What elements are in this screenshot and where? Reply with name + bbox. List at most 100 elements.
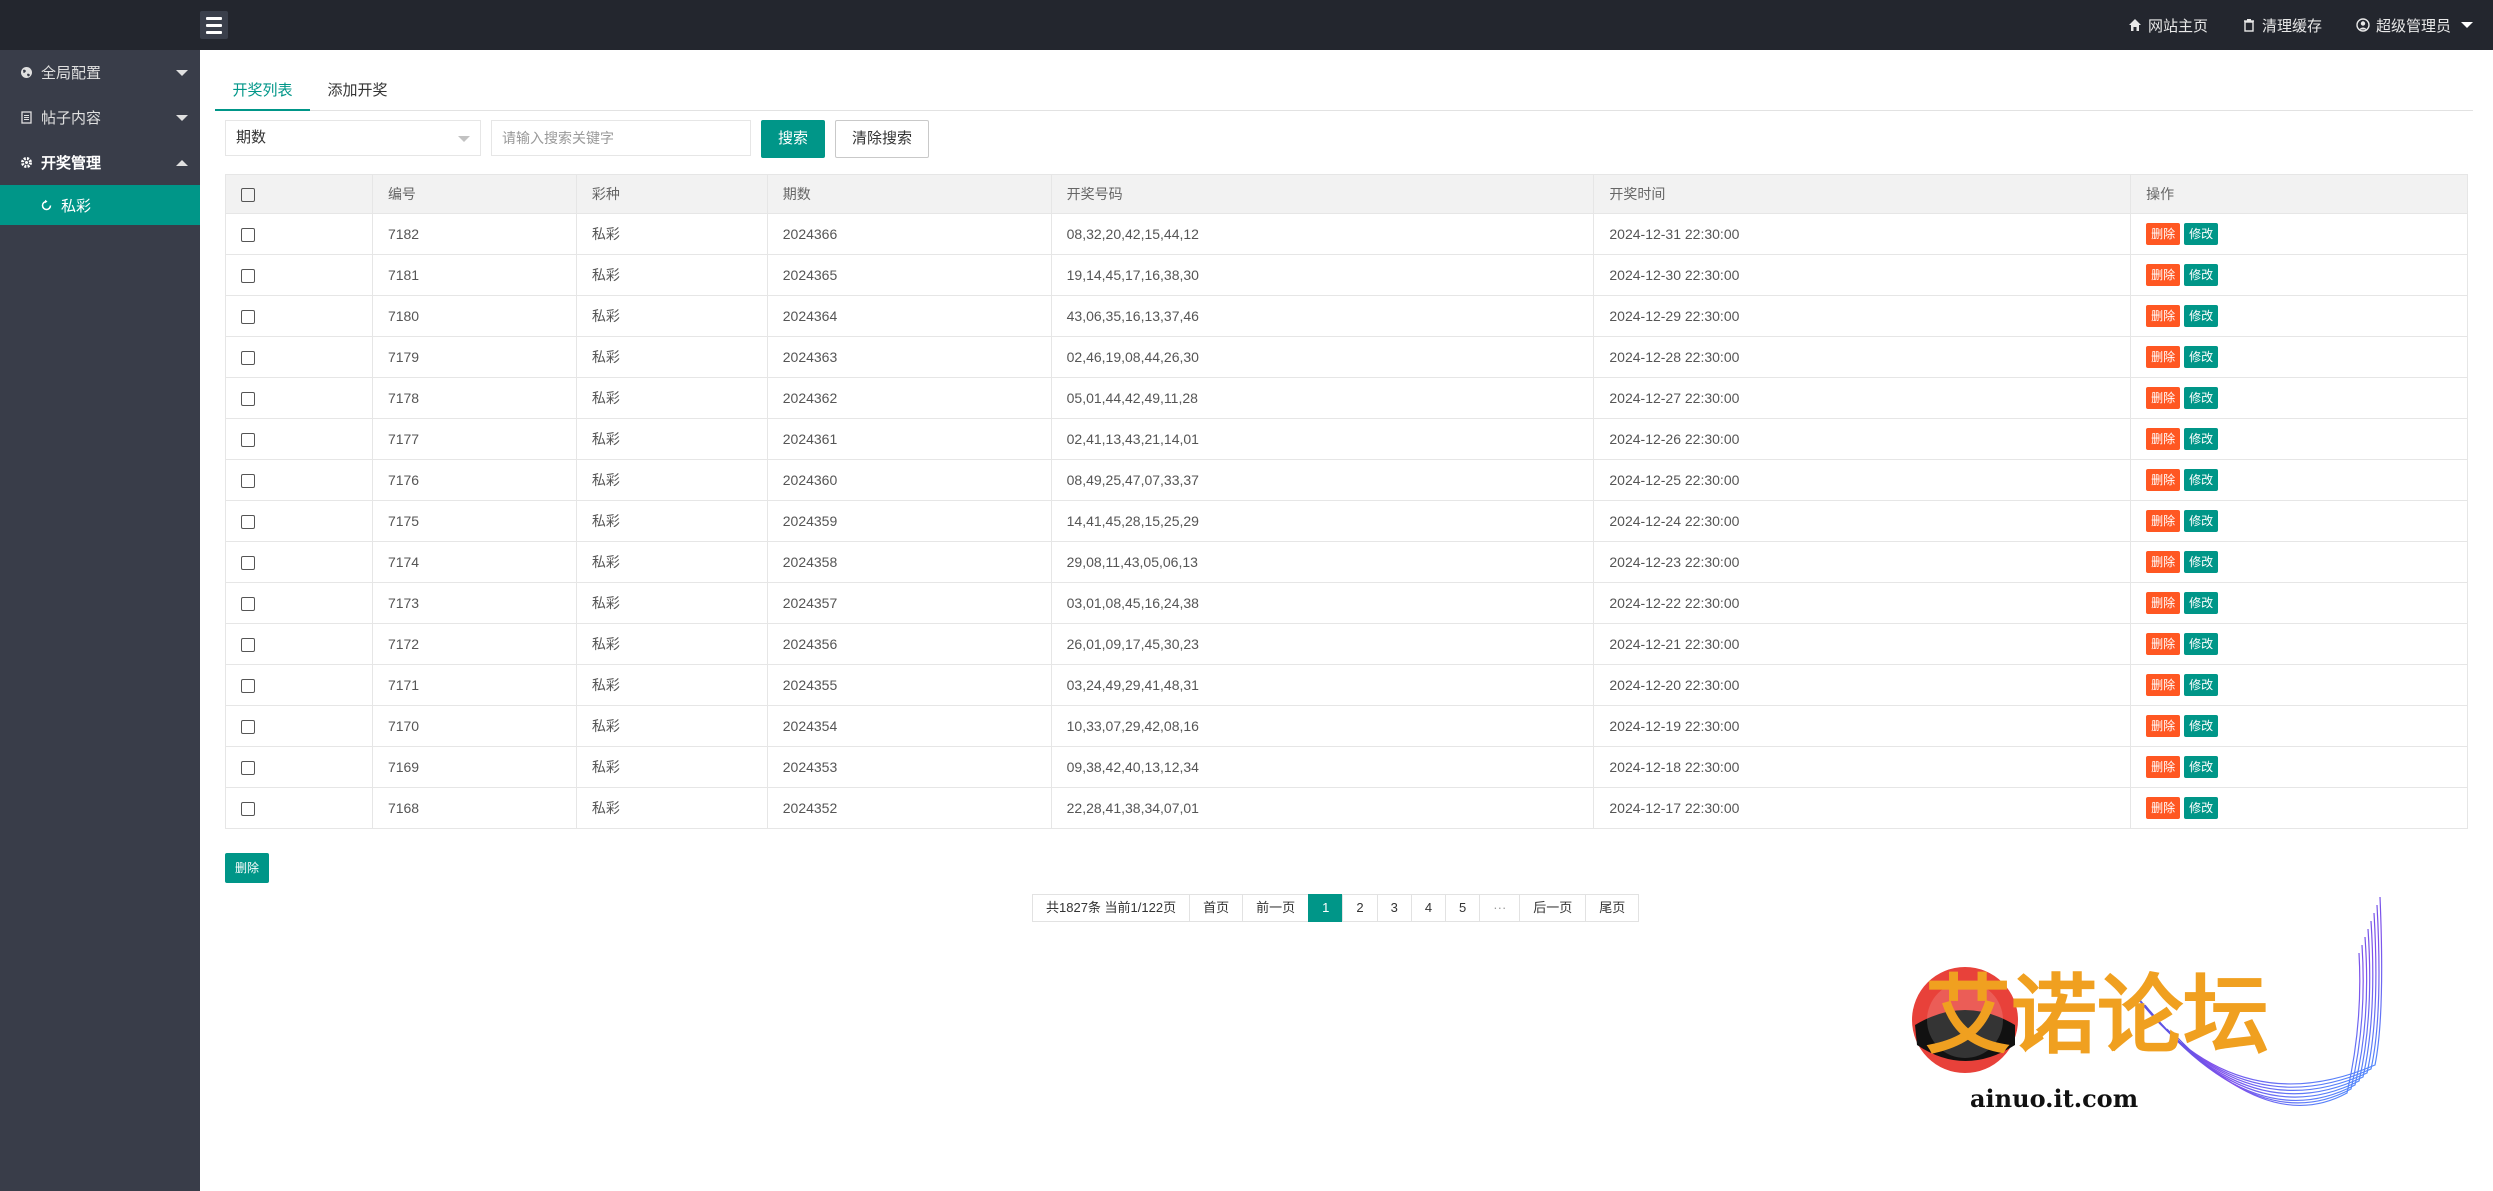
row-delete-button[interactable]: 删除 [2146,223,2181,245]
cell-time: 2024-12-19 22:30:00 [1593,705,2132,747]
row-checkbox[interactable] [241,679,255,694]
row-delete-button[interactable]: 删除 [2146,715,2181,737]
row-delete-button[interactable]: 删除 [2146,797,2181,819]
row-edit-button[interactable]: 修改 [2184,715,2219,737]
cell-numbers: 08,49,25,47,07,33,37 [1050,459,1595,501]
row-edit-button[interactable]: 修改 [2184,428,2219,450]
tab-add-draw[interactable]: 添加开奖 [310,73,405,109]
row-checkbox[interactable] [241,556,255,571]
next-page-button[interactable]: 后一页 [1519,894,1587,922]
cell-period: 2024355 [766,664,1052,706]
tab-draw-list[interactable]: 开奖列表 [215,73,310,111]
row-edit-button[interactable]: 修改 [2184,305,2219,327]
row-delete-button[interactable]: 删除 [2146,633,2181,655]
page-button[interactable]: 4 [1410,894,1447,922]
row-edit-button[interactable]: 修改 [2184,797,2219,819]
row-checkbox[interactable] [241,433,255,448]
table-row: 7172 私彩 2024356 26,01,09,17,45,30,23 2024-12… [225,623,2468,665]
row-delete-button[interactable]: 删除 [2146,387,2181,409]
row-checkbox[interactable] [241,351,255,366]
row-edit-button[interactable]: 修改 [2184,633,2219,655]
search-input[interactable]: 请输入搜索关键字 [491,120,751,156]
row-select-cell [225,664,373,706]
admin-user-menu[interactable]: 超级管理员 [2356,15,2473,36]
row-checkbox[interactable] [241,597,255,612]
row-select-cell [225,254,373,296]
row-checkbox[interactable] [241,474,255,489]
sidebar-item-lottery-management[interactable]: 开奖管理 [0,140,200,185]
row-checkbox[interactable] [241,228,255,243]
row-select-cell [225,705,373,747]
column-header: 开奖号码 [1050,174,1595,214]
menu-toggle-icon[interactable] [200,11,228,39]
cell-actions: 删除 修改 [2130,664,2468,706]
page-button[interactable]: 2 [1342,894,1378,922]
select-all-checkbox[interactable] [241,188,255,203]
document-icon [21,111,32,124]
row-checkbox[interactable] [241,392,255,407]
sidebar-item-global-config[interactable]: 全局配置 [0,50,200,95]
row-delete-button[interactable]: 删除 [2146,551,2181,573]
row-checkbox[interactable] [241,310,255,325]
row-checkbox[interactable] [241,269,255,284]
row-delete-button[interactable]: 删除 [2146,592,2181,614]
first-page-button[interactable]: 首页 [1189,894,1244,922]
row-checkbox[interactable] [241,761,255,776]
row-delete-button[interactable]: 删除 [2146,756,2181,778]
row-checkbox[interactable] [241,802,255,817]
search-field-select[interactable]: 期数 [225,120,481,156]
table-row: 7175 私彩 2024359 14,41,45,28,15,25,29 2024-12… [225,500,2468,542]
row-delete-button[interactable]: 删除 [2146,428,2181,450]
home-link[interactable]: 网站主页 [2128,15,2208,36]
row-edit-button[interactable]: 修改 [2184,674,2219,696]
row-delete-button[interactable]: 删除 [2146,674,2181,696]
cell-kind: 私彩 [575,254,768,296]
row-edit-button[interactable]: 修改 [2184,469,2219,491]
cell-period: 2024360 [766,459,1052,501]
cell-kind: 私彩 [575,500,768,542]
table-row: 7173 私彩 2024357 03,01,08,45,16,24,38 2024-12… [225,582,2468,624]
bulk-delete-button[interactable]: 删除 [225,853,269,883]
clear-search-button[interactable]: 清除搜索 [835,120,929,158]
cell-period: 2024363 [766,336,1052,378]
row-edit-button[interactable]: 修改 [2184,756,2219,778]
row-select-cell [225,336,373,378]
cell-actions: 删除 修改 [2130,295,2468,337]
column-header: 操作 [2130,174,2468,214]
sidebar-item-post-content[interactable]: 帖子内容 [0,95,200,140]
tab-bar: 开奖列表 添加开奖 [215,73,2473,111]
row-edit-button[interactable]: 修改 [2184,346,2219,368]
row-edit-button[interactable]: 修改 [2184,387,2219,409]
row-checkbox[interactable] [241,638,255,653]
row-delete-button[interactable]: 删除 [2146,264,2181,286]
cell-id: 7174 [371,541,577,583]
row-delete-button[interactable]: 删除 [2146,469,2181,491]
row-delete-button[interactable]: 删除 [2146,510,2181,532]
row-checkbox[interactable] [241,720,255,735]
row-edit-button[interactable]: 修改 [2184,510,2219,532]
row-delete-button[interactable]: 删除 [2146,305,2181,327]
page-button[interactable]: 1 [1308,894,1344,922]
row-edit-button[interactable]: 修改 [2184,592,2219,614]
clear-cache-label: 清理缓存 [2261,17,2322,35]
table-row: 7182 私彩 2024366 08,32,20,42,15,44,12 2024-12… [225,213,2468,255]
cell-kind: 私彩 [575,787,768,829]
row-checkbox[interactable] [241,515,255,530]
page-button[interactable]: 3 [1376,894,1412,922]
prev-page-button[interactable]: 前一页 [1242,894,1310,922]
clear-cache-link[interactable]: 清理缓存 [2242,15,2322,36]
cell-id: 7179 [371,336,577,378]
row-edit-button[interactable]: 修改 [2184,223,2219,245]
cell-numbers: 03,01,08,45,16,24,38 [1050,582,1595,624]
cell-kind: 私彩 [575,541,768,583]
row-edit-button[interactable]: 修改 [2184,551,2219,573]
row-select-cell [225,377,373,419]
search-button[interactable]: 搜索 [761,120,825,158]
cell-period: 2024366 [766,213,1052,255]
last-page-button[interactable]: 尾页 [1585,894,1640,922]
cell-numbers: 43,06,35,16,13,37,46 [1050,295,1595,337]
sidebar-subitem-private-lottery[interactable]: 私彩 [0,185,200,225]
row-edit-button[interactable]: 修改 [2184,264,2219,286]
row-delete-button[interactable]: 删除 [2146,346,2181,368]
page-button[interactable]: 5 [1445,894,1481,922]
